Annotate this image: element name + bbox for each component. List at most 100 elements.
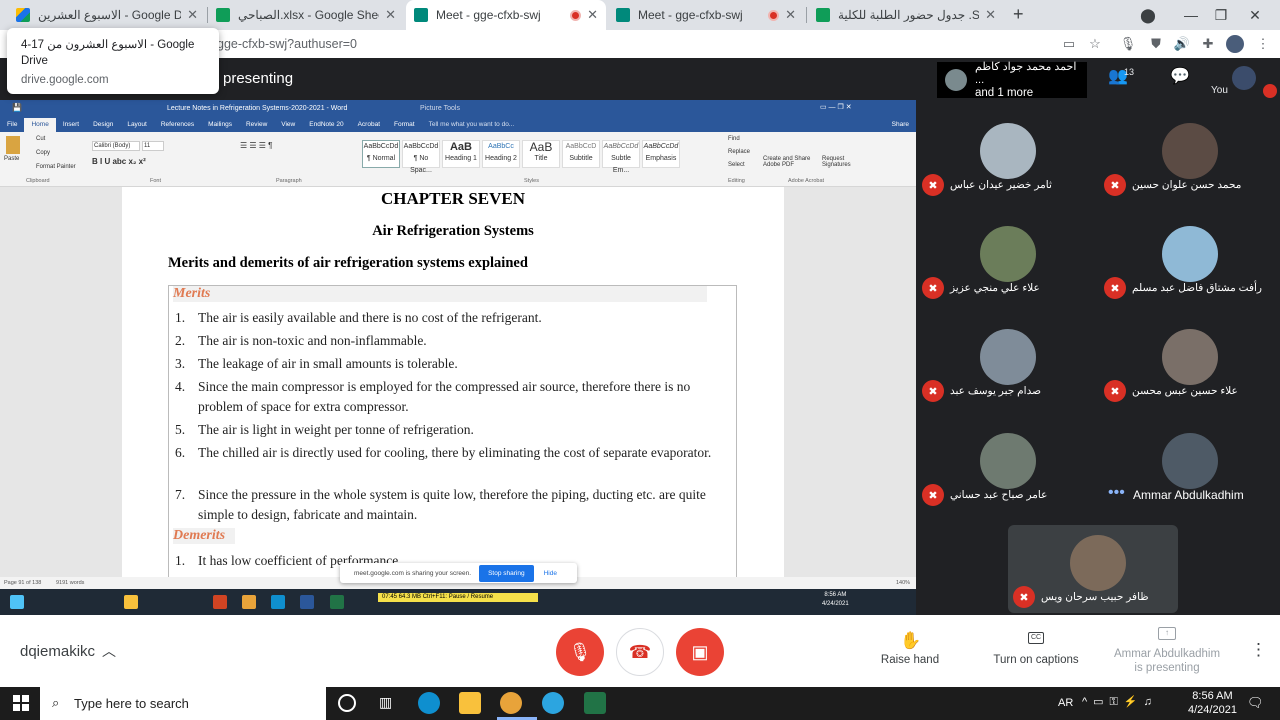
paste-label[interactable]: Paste	[4, 156, 19, 162]
file-explorer-icon[interactable]	[459, 692, 481, 714]
participant-avatar	[1162, 433, 1218, 489]
style-heading2[interactable]: AaBbCc Heading 2	[482, 140, 520, 168]
bold-italic-underline[interactable]: B I U abc x₂ x²	[92, 157, 146, 166]
cortana-icon[interactable]	[338, 694, 356, 712]
menu-review[interactable]: Review	[239, 118, 274, 132]
camera-icon[interactable]: ▭	[1058, 34, 1080, 54]
find-button[interactable]: Find	[728, 136, 740, 142]
tab-google-sheets-2[interactable]: جدول حضور الطلبة للكلية .Sheets ✕	[808, 0, 1004, 30]
word-window-controls[interactable]: ▭ — ❐ ✕	[820, 103, 852, 111]
menu-format[interactable]: Format	[387, 118, 422, 132]
input-language[interactable]: AR	[1058, 697, 1073, 709]
selected-picture[interactable]: Merits 1. The air is easily available and…	[168, 285, 737, 585]
raise-hand-icon[interactable]: ✋	[900, 631, 921, 651]
task-view-icon[interactable]: ▥	[379, 694, 392, 711]
new-tab-button[interactable]: +	[1013, 4, 1024, 25]
extensions-puzzle-icon[interactable]: ✚	[1197, 34, 1219, 54]
hide-notice-button[interactable]: Hide	[544, 570, 557, 577]
style-title[interactable]: AaB Title	[522, 140, 560, 168]
close-tab-icon[interactable]: ✕	[785, 7, 796, 23]
maximize-icon[interactable]: ❐	[1206, 3, 1236, 27]
tell-me-box[interactable]: Tell me what you want to do...	[422, 118, 522, 132]
create-pdf-button[interactable]: Create and Share Adobe PDF	[763, 156, 821, 168]
telegram-icon[interactable]	[542, 692, 564, 714]
style-normal[interactable]: AaBbCcDd ¶ Normal	[362, 140, 400, 168]
menu-references[interactable]: References	[154, 118, 201, 132]
participant-avatar	[980, 123, 1036, 179]
captions-label[interactable]: Turn on captions	[985, 654, 1087, 666]
tab-google-sheets-1[interactable]: الصباحي.xlsx - Google Sheets ✕	[208, 0, 404, 30]
chat-icon[interactable]: 💬	[1170, 66, 1190, 86]
close-tab-icon[interactable]: ✕	[985, 7, 996, 23]
participant-avatar	[1070, 535, 1126, 591]
close-tab-icon[interactable]: ✕	[187, 7, 198, 23]
participant-avatar	[980, 329, 1036, 385]
menu-acrobat[interactable]: Acrobat	[351, 118, 387, 132]
camera-off-button[interactable]: ▣	[676, 628, 724, 676]
format-painter-button[interactable]: Format Painter	[36, 164, 76, 170]
present-screen-icon[interactable]: ↑	[1158, 627, 1176, 640]
microphone-off-button[interactable]: 🎙	[556, 628, 604, 676]
taskbar-clock[interactable]: 8:56 AM 4/24/2021	[1188, 689, 1237, 717]
menu-view[interactable]: View	[274, 118, 302, 132]
microphone-icon[interactable]: 🎙	[1117, 34, 1139, 54]
notifications-icon[interactable]: 🗨	[1247, 695, 1264, 711]
profile-avatar[interactable]	[1224, 34, 1246, 54]
windows-start-icon[interactable]	[13, 695, 29, 711]
style-heading1[interactable]: AaB Heading 1	[442, 140, 480, 168]
style-subtitle[interactable]: AaBbCcD Subtitle	[562, 140, 600, 168]
edge-icon[interactable]	[418, 692, 440, 714]
style-no-spacing[interactable]: AaBbCcDd ¶ No Spac...	[402, 140, 440, 174]
copy-button[interactable]: Copy	[36, 150, 50, 156]
paste-icon[interactable]	[6, 136, 20, 154]
request-signatures-button[interactable]: Request Signatures	[822, 156, 858, 168]
font-name-select[interactable]: Calibri (Body)	[92, 141, 140, 151]
menu-mailings[interactable]: Mailings	[201, 118, 239, 132]
extension-shield-icon[interactable]: ⛊	[1145, 34, 1167, 54]
close-tab-icon[interactable]: ✕	[385, 7, 396, 23]
share-button[interactable]: Share	[885, 118, 916, 132]
captions-icon[interactable]: CC	[1028, 632, 1044, 644]
tab-meet-active[interactable]: Meet - gge-cfxb-swj ✕	[406, 0, 606, 30]
tab-search-icon[interactable]: ⬤	[1133, 3, 1163, 27]
taskbar-search[interactable]: ⌕ Type here to search	[40, 687, 326, 720]
menu-endnote[interactable]: EndNote 20	[302, 118, 350, 132]
minimize-icon[interactable]: —	[1176, 3, 1206, 27]
menu-design[interactable]: Design	[86, 118, 120, 132]
self-muted-icon	[1263, 84, 1277, 98]
menu-insert[interactable]: Insert	[56, 118, 86, 132]
system-tray-icons[interactable]: ^▭⚿⚡♫	[1082, 695, 1158, 709]
speaker-icon[interactable]: 🔊	[1171, 34, 1193, 54]
menu-file[interactable]: File	[0, 118, 24, 132]
mic-off-icon: 🎙	[568, 641, 592, 662]
chrome-menu-icon[interactable]: ⋮	[1252, 34, 1274, 54]
save-icon[interactable]: 💾	[12, 103, 22, 112]
word-icon	[300, 595, 314, 609]
paragraph-controls[interactable]: ☰ ☰ ☰ ¶	[240, 141, 272, 150]
menu-home[interactable]: Home	[24, 118, 56, 132]
bookmark-star-icon[interactable]: ☆	[1084, 34, 1106, 54]
tab-google-drive[interactable]: الاسبوع العشرين - Google Drive ✕	[8, 0, 206, 30]
style-emphasis[interactable]: AaBbCcDd Emphasis	[642, 140, 680, 168]
more-options-icon[interactable]: ⋮	[1250, 640, 1267, 660]
screen-share-notice: meet.google.com is sharing your screen. …	[340, 563, 577, 583]
cut-button[interactable]: Cut	[36, 136, 45, 142]
meeting-code[interactable]: dqiemakikc	[20, 643, 95, 660]
menu-layout[interactable]: Layout	[120, 118, 154, 132]
url-field[interactable]: gge-cfxb-swj?authuser=0	[217, 37, 357, 51]
font-size-select[interactable]: 11	[142, 141, 164, 151]
zoom-level[interactable]: 140%	[896, 580, 910, 586]
chevron-up-icon[interactable]: ︿	[102, 641, 116, 661]
picture-tools-label: Picture Tools	[420, 105, 460, 112]
replace-button[interactable]: Replace	[728, 149, 750, 155]
close-window-icon[interactable]: ✕	[1240, 3, 1270, 27]
select-button[interactable]: Select	[728, 162, 745, 168]
style-subtle-emphasis[interactable]: AaBbCcDd Subtle Em...	[602, 140, 640, 174]
chrome-icon[interactable]	[500, 692, 522, 714]
close-tab-icon[interactable]: ✕	[587, 7, 598, 23]
leave-call-button[interactable]: ☎	[616, 628, 664, 676]
raise-hand-label[interactable]: Raise hand	[870, 654, 950, 666]
excel-icon[interactable]	[584, 692, 606, 714]
stop-sharing-button[interactable]: Stop sharing	[479, 564, 534, 582]
tab-meet-2[interactable]: Meet - gge-cfxb-swj ✕	[608, 0, 804, 30]
